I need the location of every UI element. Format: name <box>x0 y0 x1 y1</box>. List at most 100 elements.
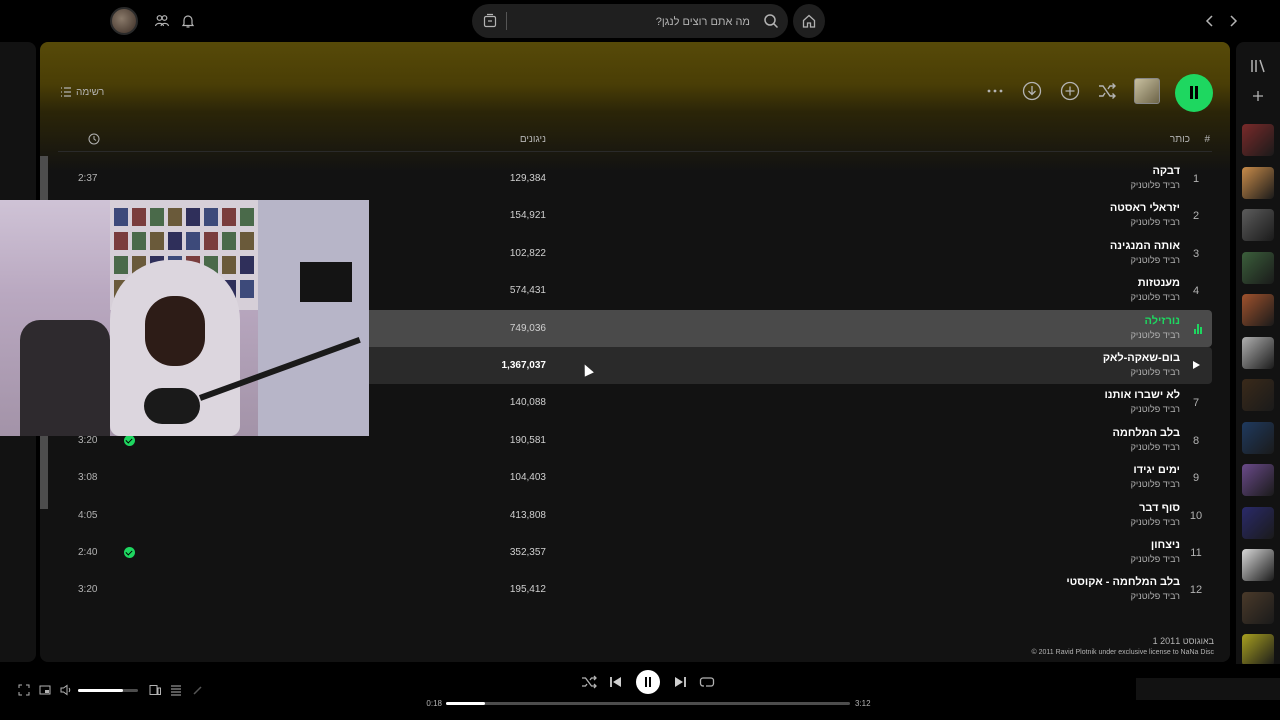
library-item-cover[interactable] <box>1242 421 1274 454</box>
fullscreen-icon[interactable] <box>18 684 30 696</box>
download-icon[interactable] <box>1022 81 1042 101</box>
library-item-cover[interactable] <box>1242 251 1274 284</box>
track-number: 8 <box>1192 434 1200 447</box>
repeat-icon[interactable] <box>699 674 715 690</box>
webcam-wall <box>258 200 369 436</box>
webcam-collectible-box <box>204 208 218 226</box>
track-title[interactable]: יזראלי ראסטה <box>1110 202 1180 214</box>
track-artist[interactable]: רביד פלוטניק <box>1131 479 1180 489</box>
webcam-collectible-box <box>168 232 182 250</box>
saved-check-icon[interactable] <box>124 434 135 446</box>
home-button[interactable] <box>793 4 825 38</box>
play-pause-button[interactable] <box>636 670 660 694</box>
webcam-microphone <box>144 388 200 424</box>
track-title[interactable]: סוף דבר <box>1139 502 1180 514</box>
add-to-library-icon[interactable] <box>1060 81 1080 101</box>
library-item-cover[interactable] <box>1242 209 1274 241</box>
track-plays: 104,403 <box>509 472 546 484</box>
search-divider <box>506 12 507 30</box>
track-row[interactable]: 10 סוף דבר רביד פלוטניק 413,808 4:05 <box>58 497 1212 534</box>
track-title[interactable]: מענטזות <box>1138 277 1180 289</box>
track-artist[interactable]: רביד פלוטניק <box>1131 367 1180 377</box>
track-artist[interactable]: רביד פלוטניק <box>1131 217 1180 227</box>
browse-icon[interactable] <box>482 13 498 29</box>
library-item-cover[interactable] <box>1242 549 1274 581</box>
more-options-icon[interactable] <box>985 81 1005 101</box>
library-item-cover[interactable] <box>1242 591 1274 624</box>
lyrics-icon[interactable] <box>192 684 204 696</box>
create-playlist-plus-icon[interactable] <box>1250 88 1266 104</box>
saved-check-icon[interactable] <box>124 546 135 558</box>
track-artist[interactable]: רביד פלוטניק <box>1131 180 1180 190</box>
track-plays: 195,412 <box>509 584 546 596</box>
queue-icon[interactable] <box>170 684 182 696</box>
track-title[interactable]: דבקה <box>1152 165 1180 177</box>
miniplayer-icon[interactable] <box>39 684 51 696</box>
playback-progress-bar[interactable] <box>446 702 850 705</box>
top-bar <box>0 0 1280 42</box>
track-title[interactable]: ניצחון <box>1151 539 1180 551</box>
track-artist[interactable]: רביד פלוטניק <box>1131 442 1180 452</box>
library-item-cover[interactable] <box>1242 379 1274 411</box>
webcam-collectible-box <box>240 208 254 226</box>
track-artist[interactable]: רביד פלוטניק <box>1131 554 1180 564</box>
notifications-bell-icon[interactable] <box>180 13 196 29</box>
list-view-label[interactable]: רשימה <box>76 87 104 98</box>
track-plays: 129,384 <box>509 173 546 184</box>
library-item-cover[interactable] <box>1242 336 1274 369</box>
track-number: 4 <box>1192 285 1200 298</box>
webcam-collectible-box <box>114 256 128 274</box>
volume-slider[interactable] <box>78 689 138 692</box>
pause-button[interactable] <box>1175 74 1213 112</box>
profile-avatar[interactable] <box>110 7 138 35</box>
track-title[interactable]: לא ישברו אותנו <box>1104 389 1180 401</box>
list-view-icon[interactable] <box>60 86 72 98</box>
library-item-cover[interactable] <box>1242 294 1274 326</box>
search-input[interactable] <box>530 13 750 31</box>
track-title[interactable]: אותה המנגינה <box>1110 240 1180 252</box>
track-number: 9 <box>1192 472 1200 485</box>
track-title[interactable]: ימים יגידו <box>1133 464 1180 476</box>
volume-icon[interactable] <box>60 684 72 696</box>
track-plays: 352,357 <box>509 546 546 558</box>
previous-track-icon[interactable] <box>608 674 624 690</box>
track-row[interactable]: 1 דבקה רביד פלוטניק 129,384 2:37 <box>58 160 1212 197</box>
library-sidebar <box>1236 42 1280 709</box>
album-cover-thumbnail[interactable] <box>1134 78 1160 104</box>
shuffle-icon[interactable] <box>1097 81 1117 101</box>
track-artist[interactable]: רביד פלוטניק <box>1131 404 1180 414</box>
track-title[interactable]: בום-שאקה-לאק <box>1103 352 1180 364</box>
library-item-cover[interactable] <box>1242 506 1274 539</box>
track-row[interactable]: 9 ימים יגידו רביד פלוטניק 104,403 3:08 <box>58 459 1212 496</box>
library-item-cover[interactable] <box>1242 464 1274 496</box>
friends-activity-icon[interactable] <box>154 13 170 29</box>
library-icon[interactable] <box>1249 58 1267 74</box>
shuffle-toggle-icon[interactable] <box>581 674 597 690</box>
title-column-header: כותר <box>1169 134 1190 145</box>
track-duration: 4:05 <box>78 509 98 521</box>
track-artist[interactable]: רביד פלוטניק <box>1131 255 1180 265</box>
search-icon[interactable] <box>763 13 779 29</box>
connect-device-icon[interactable] <box>149 684 161 696</box>
next-track-icon[interactable] <box>672 674 688 690</box>
forward-arrow-icon[interactable] <box>1226 13 1240 29</box>
track-title[interactable]: בלב המלחמה - אקוסטי <box>1066 576 1180 588</box>
back-arrow-icon[interactable] <box>1203 13 1217 29</box>
track-list-header: ניגונים כותר # <box>58 130 1212 152</box>
library-item-cover[interactable] <box>1242 634 1274 666</box>
track-title[interactable]: נורזילה <box>1145 315 1180 327</box>
webcam-overlay <box>0 200 369 436</box>
track-row[interactable]: 11 ניצחון רביד פלוטניק 352,357 2:40 <box>58 534 1212 571</box>
play-track-icon[interactable] <box>1193 360 1200 369</box>
webcam-collectible-box <box>204 232 218 250</box>
webcam-collectible-box <box>222 256 236 274</box>
library-item-cover[interactable] <box>1242 124 1274 156</box>
track-title[interactable]: בלב המלחמה <box>1113 427 1181 439</box>
track-artist[interactable]: רביד פלוטניק <box>1131 330 1180 340</box>
track-row[interactable]: 12 בלב המלחמה - אקוסטי רביד פלוטניק 195,412… <box>58 571 1212 608</box>
track-artist[interactable]: רביד פלוטניק <box>1131 517 1180 527</box>
track-artist[interactable]: רביד פלוטניק <box>1131 292 1180 302</box>
library-item-cover[interactable] <box>1242 166 1274 199</box>
track-artist[interactable]: רביד פלוטניק <box>1131 591 1180 601</box>
webcam-collectible-box <box>222 232 236 250</box>
